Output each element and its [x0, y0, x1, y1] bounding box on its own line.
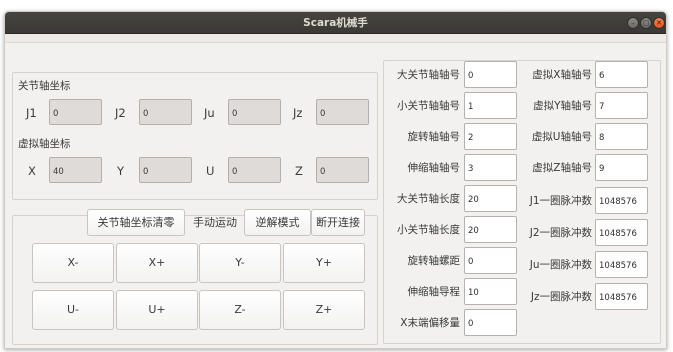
- param-label: Ju一圈脉冲数: [529, 259, 592, 271]
- jog-x-minus-button[interactable]: X-: [32, 243, 114, 283]
- big-joint-length-input[interactable]: 20: [464, 185, 517, 212]
- motion-control-group: 关节轴坐标清零 手动运动 逆解模式 断开连接 X- X+ Y- Y+ U- U+…: [12, 209, 378, 345]
- jz-value-field[interactable]: 0: [316, 99, 369, 125]
- jz-pulses-input[interactable]: 1048576: [595, 283, 648, 310]
- big-joint-axis-input[interactable]: 0: [464, 61, 517, 88]
- param-label: 大关节轴长度: [397, 193, 460, 205]
- inverse-mode-button[interactable]: 逆解模式: [244, 209, 311, 236]
- maximize-icon[interactable]: □: [640, 17, 652, 29]
- close-icon[interactable]: ✕: [653, 17, 665, 29]
- param-label: J2一圈脉冲数: [529, 227, 592, 239]
- joint-coords-title: 关节轴坐标: [18, 80, 71, 92]
- telescopic-axis-input[interactable]: 3: [464, 154, 517, 181]
- virtual-y-axis-input[interactable]: 7: [595, 92, 648, 119]
- y-value-field[interactable]: 0: [139, 157, 192, 183]
- param-label: 虚拟U轴轴号: [531, 131, 592, 143]
- j1-value-field[interactable]: 0: [49, 99, 102, 125]
- ju-pulses-input[interactable]: 1048576: [595, 251, 648, 278]
- virtual-x-axis-input[interactable]: 6: [595, 61, 648, 88]
- telescopic-lead-input[interactable]: 10: [464, 278, 517, 305]
- x-value-field[interactable]: 40: [49, 157, 102, 183]
- param-label: 伸缩轴轴号: [407, 162, 461, 174]
- ju-value-field[interactable]: 0: [228, 99, 281, 125]
- jog-z-plus-button[interactable]: Z+: [283, 290, 365, 330]
- param-label: 虚拟Y轴轴号: [533, 100, 592, 112]
- j2-value-field[interactable]: 0: [139, 99, 192, 125]
- x-end-offset-input[interactable]: 0: [464, 309, 517, 336]
- jog-z-minus-button[interactable]: Z-: [199, 290, 281, 330]
- j1-pulses-input[interactable]: 1048576: [595, 187, 648, 214]
- manual-motion-button[interactable]: 手动运动: [189, 209, 241, 236]
- title-bar[interactable]: Scara机械手 – □ ✕: [5, 12, 666, 34]
- u-value-field[interactable]: 0: [228, 157, 281, 183]
- window-title: Scara机械手: [303, 17, 368, 29]
- app-window: Scara机械手 – □ ✕ 关节轴坐标 J1 0 J2 0 Ju 0 Jz 0…: [4, 11, 667, 349]
- j1-label: J1: [26, 106, 37, 120]
- rotation-pitch-input[interactable]: 0: [464, 247, 517, 274]
- z-label: Z: [295, 164, 303, 178]
- parameters-group: 大关节轴轴号 0 小关节轴轴号 1 旋转轴轴号 2 伸缩轴轴号 3 大关节轴长度…: [383, 60, 661, 344]
- x-label: X: [28, 164, 36, 178]
- jog-u-plus-button[interactable]: U+: [116, 290, 198, 330]
- param-label: 虚拟X轴轴号: [532, 69, 592, 81]
- jog-x-plus-button[interactable]: X+: [116, 243, 198, 283]
- virtual-u-axis-input[interactable]: 8: [595, 123, 648, 150]
- param-label: 旋转轴轴号: [407, 131, 461, 143]
- j2-pulses-input[interactable]: 1048576: [595, 219, 648, 246]
- small-joint-axis-input[interactable]: 1: [464, 92, 517, 119]
- param-label: 伸缩轴导程: [407, 286, 461, 298]
- param-label: 大关节轴轴号: [397, 69, 460, 81]
- j2-label: J2: [115, 106, 126, 120]
- param-label: 虚拟Z轴轴号: [532, 162, 592, 174]
- small-joint-length-input[interactable]: 20: [464, 216, 517, 243]
- param-label: 小关节轴轴号: [397, 100, 460, 112]
- jog-y-minus-button[interactable]: Y-: [199, 243, 281, 283]
- y-label: Y: [117, 164, 125, 178]
- u-label: U: [206, 164, 215, 178]
- param-label: J1一圈脉冲数: [529, 195, 592, 207]
- clear-joint-coords-button[interactable]: 关节轴坐标清零: [87, 209, 185, 236]
- jog-y-plus-button[interactable]: Y+: [283, 243, 365, 283]
- param-label: X末端偏移量: [400, 317, 460, 329]
- jog-u-minus-button[interactable]: U-: [32, 290, 114, 330]
- z-value-field[interactable]: 0: [316, 157, 369, 183]
- param-label: 旋转轴螺距: [407, 255, 461, 267]
- menu-bar: [5, 34, 666, 43]
- virtual-z-axis-input[interactable]: 9: [595, 154, 648, 181]
- rotation-axis-input[interactable]: 2: [464, 123, 517, 150]
- param-label: Jz一圈脉冲数: [530, 291, 592, 303]
- disconnect-button[interactable]: 断开连接: [311, 209, 365, 236]
- jz-label: Jz: [293, 106, 303, 120]
- coordinates-group: 关节轴坐标 J1 0 J2 0 Ju 0 Jz 0 虚拟轴坐标 X 40 Y 0…: [12, 72, 378, 200]
- virtual-coords-title: 虚拟轴坐标: [18, 138, 71, 150]
- param-label: 小关节轴长度: [397, 224, 460, 236]
- minimize-icon[interactable]: –: [627, 17, 639, 29]
- ju-label: Ju: [204, 106, 215, 120]
